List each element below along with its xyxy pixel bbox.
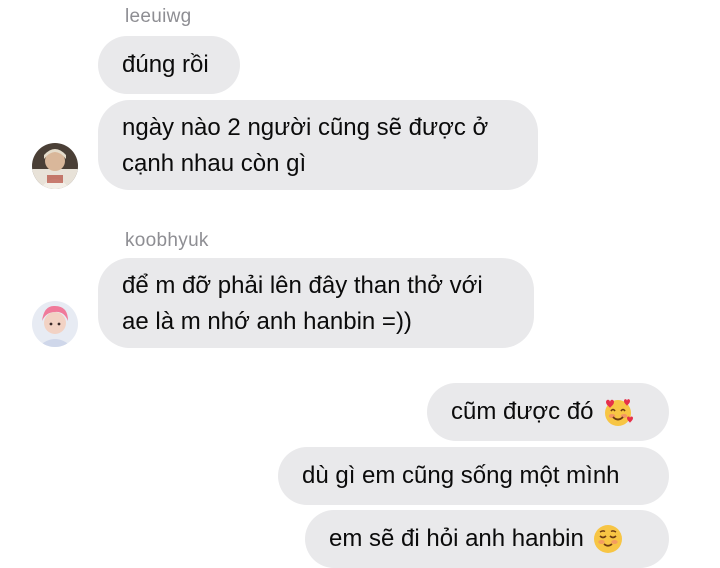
outgoing-message-bubble[interactable]: dù gì em cũng sống một mình — [278, 447, 669, 505]
smiling-face-with-hearts-icon — [604, 399, 633, 426]
outgoing-message-bubble[interactable]: em sẽ đi hỏi anh hanbin — [305, 510, 669, 568]
message-bubble[interactable]: để m đỡ phải lên đây than thở với ae là … — [98, 258, 534, 348]
sender-name-leeuiwg: leeuiwg — [125, 6, 192, 27]
avatar-photo — [32, 301, 78, 347]
message-text: để m đỡ phải lên đây than thở với ae là … — [122, 272, 483, 335]
message-text: em sẽ đi hỏi anh hanbin — [329, 525, 584, 552]
avatar-leeuiwg[interactable] — [32, 143, 78, 189]
message-text: ngày nào 2 người cũng sẽ được ở cạnh nha… — [122, 114, 489, 177]
avatar-koobhyuk[interactable] — [32, 301, 78, 347]
relieved-face-icon — [593, 525, 622, 553]
message-bubble[interactable]: đúng rồi — [98, 36, 240, 94]
message-text: đúng rồi — [122, 51, 209, 78]
message-bubble[interactable]: ngày nào 2 người cũng sẽ được ở cạnh nha… — [98, 100, 538, 190]
avatar-photo — [32, 143, 78, 189]
outgoing-message-bubble[interactable]: cũm được đó — [427, 383, 669, 441]
message-text: dù gì em cũng sống một mình — [302, 462, 620, 489]
message-text: cũm được đó — [451, 398, 594, 425]
sender-name-koobhyuk: koobhyuk — [125, 230, 209, 251]
